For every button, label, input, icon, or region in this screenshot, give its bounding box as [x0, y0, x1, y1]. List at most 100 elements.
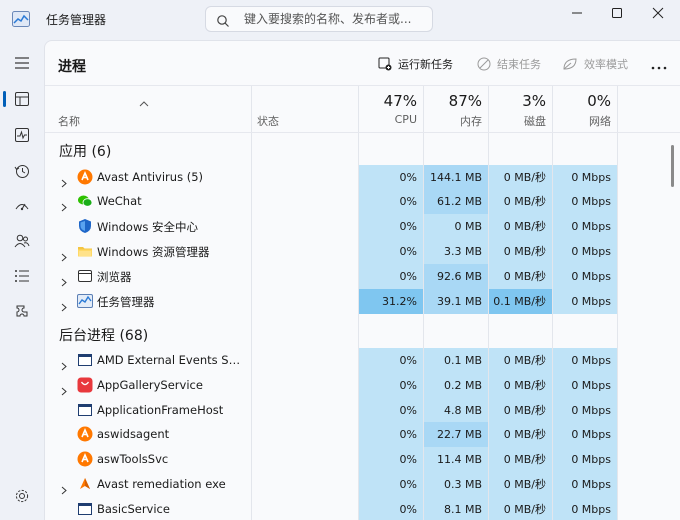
end-task-button[interactable]: 结束任务 [477, 56, 541, 72]
network-cell: 0 Mbps [553, 348, 617, 373]
process-row[interactable]: aswidsagent 0% 22.7 MB 0 MB/秒 0 Mbps [45, 422, 680, 448]
nav-settings-gear-icon[interactable] [8, 482, 36, 510]
search-box[interactable] [205, 6, 433, 32]
close-button[interactable] [644, 4, 672, 24]
nav-startup-apps-icon[interactable] [8, 192, 36, 220]
nav-services-icon[interactable] [8, 298, 36, 326]
process-name: AMD External Events Servic... [97, 353, 247, 367]
efficiency-mode-label: 效率模式 [584, 58, 628, 71]
hamburger-menu-icon[interactable] [8, 49, 36, 77]
chevron-right-icon[interactable] [61, 197, 67, 212]
browser-window-icon [77, 268, 93, 284]
process-row[interactable]: 浏览器 0% 92.6 MB 0 MB/秒 0 Mbps [45, 263, 680, 289]
process-name: Windows 安全中心 [97, 220, 198, 235]
chevron-right-icon[interactable] [61, 173, 67, 187]
memory-cell: 0 MB [424, 214, 488, 240]
leaf-icon [563, 58, 577, 70]
maximize-button[interactable] [603, 4, 631, 24]
column-header-name[interactable]: 名称 [45, 86, 251, 132]
disk-cell: 0 MB/秒 [489, 189, 552, 215]
disk-cell: 0 MB/秒 [489, 472, 552, 497]
cpu-total-percent: 47% [383, 92, 417, 110]
process-row[interactable]: BasicService 0% 8.1 MB 0 MB/秒 0 Mbps [45, 496, 680, 520]
memory-column-label: 内存 [460, 115, 482, 128]
column-header-status[interactable]: 状态 [252, 86, 358, 132]
cpu-cell: 0% [359, 189, 423, 215]
avast-remediation-icon [77, 476, 93, 492]
process-row[interactable]: aswToolsSvc 0% 11.4 MB 0 MB/秒 0 Mbps [45, 447, 680, 473]
process-name: ApplicationFrameHost [97, 402, 224, 417]
search-input[interactable] [244, 11, 424, 27]
process-row[interactable]: ApplicationFrameHost 0% 4.8 MB 0 MB/秒 0 Mbps [45, 397, 680, 423]
chevron-right-icon[interactable] [61, 297, 67, 311]
chevron-right-icon[interactable] [61, 381, 67, 396]
process-name: aswidsagent [97, 427, 170, 442]
network-cell: 0 Mbps [553, 496, 617, 520]
minimize-button[interactable] [563, 4, 591, 24]
process-row[interactable]: WeChat 0% 61.2 MB 0 MB/秒 0 Mbps [45, 189, 680, 215]
network-cell: 0 Mbps [553, 238, 617, 264]
process-row[interactable]: 任务管理器 31.2% 39.1 MB 0.1 MB/秒 0 Mbps [45, 288, 680, 314]
window-title: 任务管理器 [46, 13, 107, 27]
process-name: BasicService [97, 501, 170, 516]
network-cell: 0 Mbps [553, 472, 617, 497]
processes-panel: 进程 运行新任务 结束任务 效率模式 名称 状态 47% CPU 87% 内存 … [44, 40, 680, 520]
cpu-cell: 0% [359, 263, 423, 289]
process-row[interactable]: Windows 资源管理器 0% 3.3 MB 0 MB/秒 0 Mbps [45, 238, 680, 264]
disk-cell: 0 MB/秒 [489, 496, 552, 520]
page-title: 进程 [58, 59, 86, 75]
cpu-cell: 0% [359, 422, 423, 448]
memory-cell: 4.8 MB [424, 397, 488, 423]
nav-users-icon[interactable] [8, 227, 36, 255]
disk-cell: 0.1 MB/秒 [489, 288, 552, 314]
disk-cell: 0 MB/秒 [489, 164, 552, 190]
disk-cell: 0 MB/秒 [489, 238, 552, 264]
run-new-task-button[interactable]: 运行新任务 [378, 56, 453, 72]
nav-performance-icon[interactable] [8, 121, 36, 149]
nav-details-icon[interactable] [8, 262, 36, 290]
disk-cell: 0 MB/秒 [489, 447, 552, 473]
scrollbar-thumb[interactable] [671, 145, 674, 187]
more-options-icon[interactable] [649, 59, 669, 71]
process-row[interactable]: AppGalleryService 0% 0.2 MB 0 MB/秒 0 Mbps [45, 372, 680, 398]
cpu-cell: 0% [359, 496, 423, 520]
column-header-network[interactable]: 0% 网络 [553, 86, 617, 132]
cpu-cell: 0% [359, 238, 423, 264]
process-name: aswToolsSvc [97, 452, 169, 467]
column-header-memory[interactable]: 87% 内存 [424, 86, 488, 132]
chevron-right-icon[interactable] [61, 247, 67, 262]
cpu-cell: 0% [359, 164, 423, 190]
efficiency-mode-button[interactable]: 效率模式 [562, 56, 628, 72]
wechat-icon [77, 193, 93, 209]
chevron-right-icon[interactable] [61, 272, 67, 287]
task-manager-icon [77, 293, 93, 309]
column-header-cpu[interactable]: 47% CPU [359, 86, 423, 132]
memory-total-percent: 87% [448, 92, 482, 110]
app-window-icon [77, 501, 93, 517]
chevron-right-icon[interactable] [61, 480, 67, 495]
network-cell: 0 Mbps [553, 372, 617, 398]
chevron-right-icon[interactable] [61, 356, 67, 371]
group-header-background: 后台进程 (68) [59, 328, 149, 344]
nav-app-history-icon[interactable] [8, 157, 36, 185]
disk-cell: 0 MB/秒 [489, 263, 552, 289]
process-row[interactable]: Avast remediation exe 0% 0.3 MB 0 MB/秒 0 Mbp… [45, 472, 680, 497]
process-row[interactable]: Windows 安全中心 0% 0 MB 0 MB/秒 0 Mbps [45, 214, 680, 240]
app-window-icon [77, 402, 93, 418]
memory-cell: 61.2 MB [424, 189, 488, 215]
process-name: 任务管理器 [97, 294, 155, 309]
memory-cell: 92.6 MB [424, 263, 488, 289]
appgallery-icon [77, 377, 93, 393]
process-name: Avast remediation exe [97, 477, 226, 491]
cpu-cell: 0% [359, 214, 423, 240]
end-task-label: 结束任务 [497, 58, 541, 71]
shield-icon [77, 218, 93, 234]
network-cell: 0 Mbps [553, 189, 617, 215]
column-header-disk[interactable]: 3% 磁盘 [489, 86, 552, 132]
process-name: 浏览器 [97, 269, 132, 284]
process-row[interactable]: Avast Antivirus (5) 0% 144.1 MB 0 MB/秒 0 Mbp… [45, 164, 680, 190]
nav-active-indicator [3, 91, 6, 107]
disk-cell: 0 MB/秒 [489, 372, 552, 398]
nav-processes-icon[interactable] [8, 85, 36, 113]
process-row[interactable]: AMD External Events Servic...0%0.1 MB0 M… [45, 348, 680, 373]
